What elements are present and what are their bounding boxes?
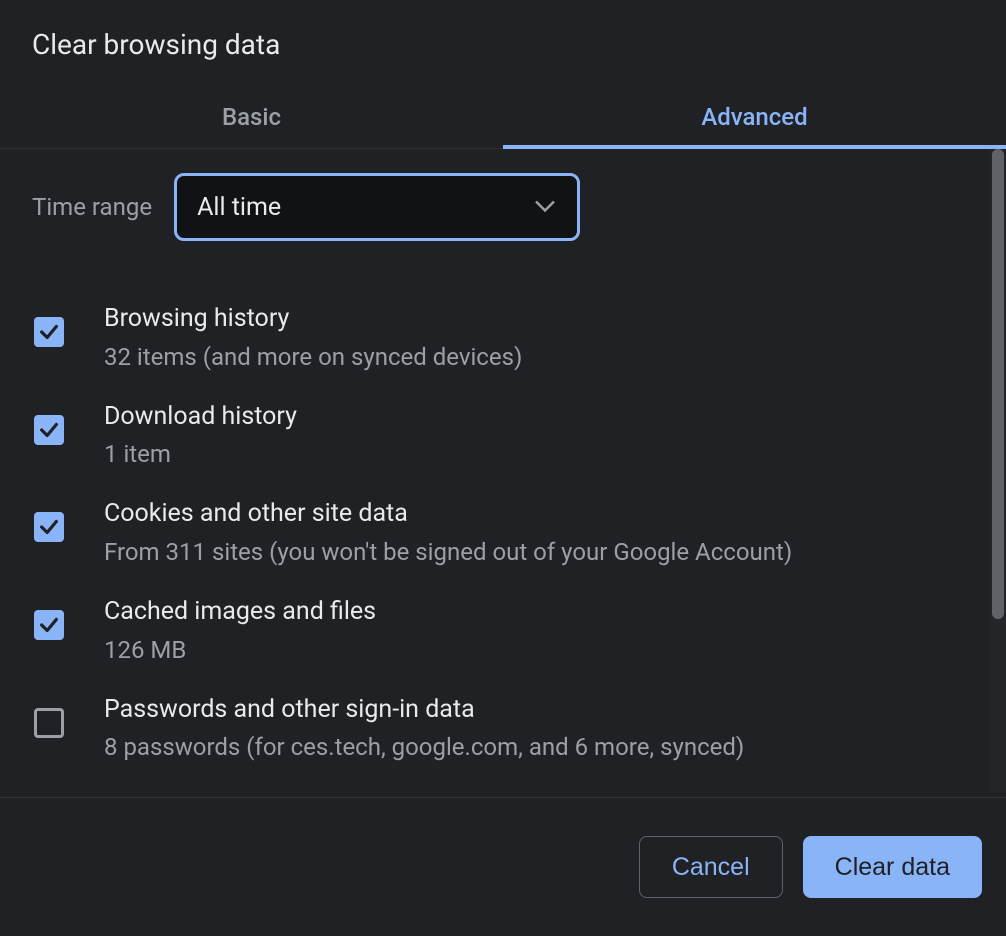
option-text: Browsing history 32 items (and more on sy… (104, 303, 522, 373)
scrollbar-thumb[interactable] (992, 149, 1004, 619)
option-subtitle: 126 MB (104, 635, 376, 666)
option-subtitle: 8 passwords (for ces.tech, google.com, a… (104, 732, 744, 763)
option-title: Cached images and files (104, 596, 376, 629)
option-row[interactable]: Passwords and other sign-in data 8 passwo… (32, 680, 974, 778)
clear-data-button-label: Clear data (835, 853, 950, 882)
checkbox[interactable] (34, 512, 64, 542)
checkbox[interactable] (34, 610, 64, 640)
option-title: Download history (104, 401, 297, 434)
option-text: Autofill form data (104, 791, 297, 792)
cancel-button[interactable]: Cancel (639, 836, 783, 898)
option-row[interactable]: Cached images and files 126 MB (32, 582, 974, 680)
option-title: Passwords and other sign-in data (104, 694, 744, 727)
time-range-row: Time range All time (32, 173, 974, 241)
content-area: Time range All time Browsing history 32 i… (0, 149, 1006, 792)
option-text: Passwords and other sign-in data 8 passwo… (104, 694, 744, 764)
clear-data-button[interactable]: Clear data (803, 836, 982, 898)
tab-advanced[interactable]: Advanced (503, 85, 1006, 148)
checkbox[interactable] (34, 317, 64, 347)
tab-basic-label: Basic (222, 103, 281, 131)
scrollbar[interactable] (990, 149, 1006, 792)
option-title: Autofill form data (104, 791, 297, 792)
options-list: Browsing history 32 items (and more on sy… (32, 289, 974, 792)
option-row[interactable]: Autofill form data (32, 777, 974, 792)
cancel-button-label: Cancel (672, 853, 750, 882)
option-subtitle: From 311 sites (you won't be signed out … (104, 537, 792, 568)
option-subtitle: 1 item (104, 439, 297, 470)
option-title: Browsing history (104, 303, 522, 336)
dialog-title: Clear browsing data (0, 0, 1006, 85)
option-subtitle: 32 items (and more on synced devices) (104, 342, 522, 373)
option-row[interactable]: Download history 1 item (32, 387, 974, 485)
tab-advanced-label: Advanced (701, 103, 807, 131)
option-text: Cached images and files 126 MB (104, 596, 376, 666)
dialog-footer: Cancel Clear data (0, 797, 1006, 936)
checkbox[interactable] (34, 708, 64, 738)
time-range-value: All time (197, 193, 281, 222)
chevron-down-icon (535, 198, 555, 217)
time-range-select[interactable]: All time (174, 173, 580, 241)
tabs: Basic Advanced (0, 85, 1006, 149)
option-row[interactable]: Cookies and other site data From 311 site… (32, 484, 974, 582)
option-title: Cookies and other site data (104, 498, 792, 531)
option-row[interactable]: Browsing history 32 items (and more on sy… (32, 289, 974, 387)
option-text: Download history 1 item (104, 401, 297, 471)
option-text: Cookies and other site data From 311 site… (104, 498, 792, 568)
tab-basic[interactable]: Basic (0, 85, 503, 148)
checkbox[interactable] (34, 415, 64, 445)
time-range-label: Time range (32, 193, 152, 221)
